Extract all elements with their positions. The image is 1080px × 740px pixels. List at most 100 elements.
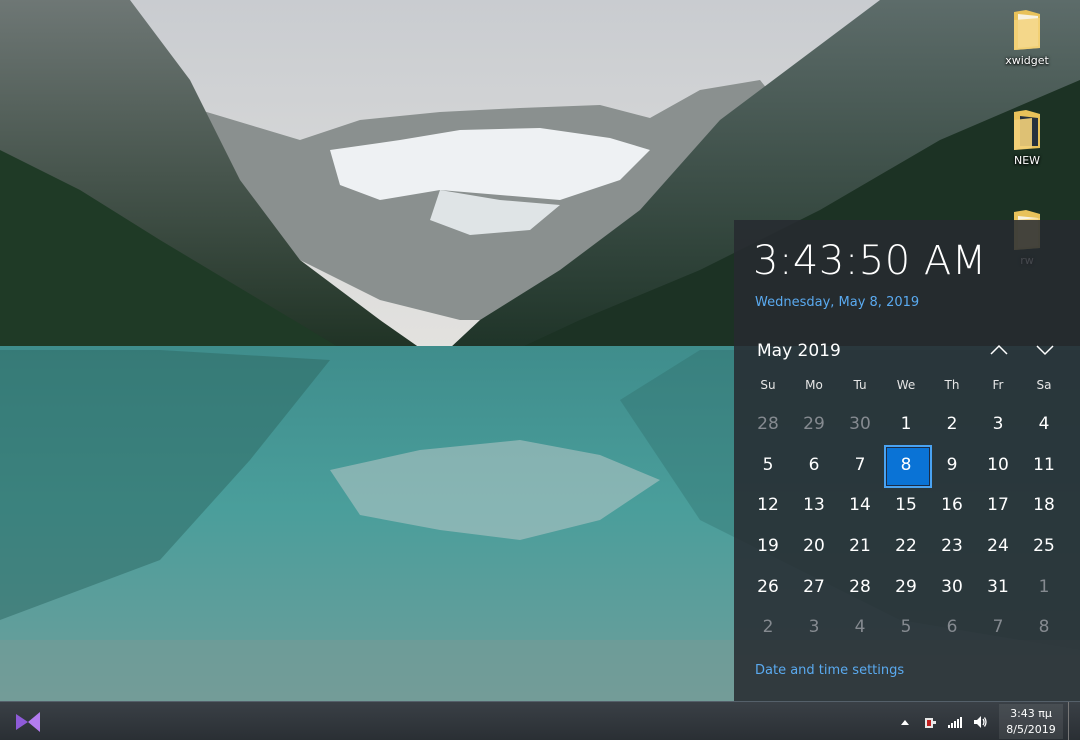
month-year-label[interactable]: May 2019 <box>757 341 841 361</box>
calendar-day[interactable]: 31 <box>975 566 1021 607</box>
taskbar-clock[interactable]: 3:43 πμ 8/5/2019 <box>999 704 1063 739</box>
calendar-day[interactable]: 10 <box>975 445 1021 486</box>
calendar-day[interactable]: 4 <box>837 607 883 648</box>
calendar-day[interactable]: 20 <box>791 526 837 567</box>
calendar-day[interactable]: 22 <box>883 526 929 567</box>
calendar-day-number: 30 <box>941 576 963 597</box>
calendar-day-number: 25 <box>1033 536 1055 557</box>
calendar-day[interactable]: 2 <box>929 404 975 445</box>
calendar-day[interactable]: 5 <box>883 607 929 648</box>
folder-icon <box>1010 8 1044 52</box>
calendar-day[interactable]: 8 <box>1021 607 1067 648</box>
calendar-day[interactable]: 9 <box>929 445 975 486</box>
calendar-day[interactable]: 5 <box>745 445 791 486</box>
taskbar: 3:43 πμ 8/5/2019 <box>0 701 1080 740</box>
calendar-day[interactable]: 3 <box>975 404 1021 445</box>
calendar-day[interactable]: 19 <box>745 526 791 567</box>
calendar-day[interactable]: 17 <box>975 485 1021 526</box>
calendar-day[interactable]: 27 <box>791 566 837 607</box>
desktop-icon-new[interactable]: NEW <box>997 108 1057 167</box>
calendar-day-grid: 28 29 30 1 2 3 4 5 6 7 8 9 10 11 12 13 14 15 16 17 18 19 20 21 2… <box>745 404 1067 648</box>
calendar-day-number: 9 <box>946 454 958 475</box>
calendar-day-number: 2 <box>946 414 958 435</box>
calendar-day-number: 1 <box>1038 576 1050 597</box>
calendar-day[interactable]: 2 <box>745 607 791 648</box>
calendar-day[interactable]: 13 <box>791 485 837 526</box>
folder-icon <box>1010 108 1044 152</box>
calendar-day[interactable]: 21 <box>837 526 883 567</box>
calendar-day[interactable]: 30 <box>837 404 883 445</box>
calendar-day-number: 22 <box>895 536 917 557</box>
taskbar-app-visual-studio[interactable] <box>10 708 46 736</box>
calendar-day-number: 3 <box>992 414 1004 435</box>
calendar-day-number: 18 <box>1033 495 1055 516</box>
chevron-up-icon <box>990 344 1008 355</box>
desktop-icon-xwidget[interactable]: xwidget <box>997 8 1057 67</box>
calendar-day-number: 28 <box>849 576 871 597</box>
calendar-day-number: 26 <box>757 576 779 597</box>
calendar-day[interactable]: 1 <box>1021 566 1067 607</box>
calendar-day-number: 27 <box>803 576 825 597</box>
power-tray-button[interactable] <box>922 714 938 730</box>
calendar-day[interactable]: 11 <box>1021 445 1067 486</box>
weekday-label: Tu <box>853 378 867 392</box>
system-tray <box>897 702 988 740</box>
calendar-day[interactable]: 15 <box>883 485 929 526</box>
calendar-day-number: 29 <box>803 414 825 435</box>
speaker-volume-icon <box>974 715 987 728</box>
calendar-day[interactable]: 30 <box>929 566 975 607</box>
date-time-settings-link[interactable]: Date and time settings <box>755 663 904 678</box>
calendar-day[interactable]: 6 <box>929 607 975 648</box>
calendar-day[interactable]: 16 <box>929 485 975 526</box>
calendar-day[interactable]: 28 <box>745 404 791 445</box>
weekday-label: Su <box>760 378 776 392</box>
calendar-day-number: 31 <box>987 576 1009 597</box>
calendar-day[interactable]: 4 <box>1021 404 1067 445</box>
calendar-day[interactable]: 29 <box>791 404 837 445</box>
calendar-day-number: 6 <box>946 617 958 638</box>
previous-month-button[interactable] <box>986 338 1012 362</box>
calendar-day-today[interactable]: 8 <box>883 444 932 488</box>
weekday-header-row: Su Mo Tu We Th Fr Sa <box>745 378 1067 392</box>
calendar-day[interactable]: 6 <box>791 445 837 486</box>
calendar-day-number: 8 <box>900 454 912 475</box>
volume-tray-button[interactable] <box>972 714 988 730</box>
calendar-day-number: 30 <box>849 414 871 435</box>
calendar-day-number: 23 <box>941 536 963 557</box>
show-desktop-button[interactable] <box>1068 702 1080 740</box>
calendar-day-number: 16 <box>941 495 963 516</box>
network-tray-button[interactable] <box>947 714 963 730</box>
calendar-day-number: 14 <box>849 495 871 516</box>
calendar-day[interactable]: 7 <box>837 445 883 486</box>
clock-calendar-flyout: 3:43:50 AM Wednesday, May 8, 2019 May 20… <box>734 220 1080 701</box>
calendar-day[interactable]: 14 <box>837 485 883 526</box>
calendar-day[interactable]: 28 <box>837 566 883 607</box>
calendar-day[interactable]: 1 <box>883 404 929 445</box>
calendar-day[interactable]: 23 <box>929 526 975 567</box>
show-hidden-icons-button[interactable] <box>897 714 913 730</box>
calendar-day[interactable]: 26 <box>745 566 791 607</box>
calendar-day-number: 5 <box>900 617 912 638</box>
clock-date-link[interactable]: Wednesday, May 8, 2019 <box>755 295 919 310</box>
calendar-day[interactable]: 25 <box>1021 526 1067 567</box>
calendar-day-number: 3 <box>808 617 820 638</box>
weekday-label: Th <box>944 378 960 392</box>
weekday-label: Mo <box>805 378 823 392</box>
calendar-day-number: 2 <box>762 617 774 638</box>
calendar-day[interactable]: 7 <box>975 607 1021 648</box>
calendar-day[interactable]: 18 <box>1021 485 1067 526</box>
calendar-day[interactable]: 29 <box>883 566 929 607</box>
calendar-day-number: 4 <box>854 617 866 638</box>
calendar-day-number: 28 <box>757 414 779 435</box>
calendar-day-number: 13 <box>803 495 825 516</box>
calendar-day-number: 15 <box>895 495 917 516</box>
clock-time: 3:43:50 AM <box>753 238 987 284</box>
desktop-icon-label: NEW <box>1013 154 1041 167</box>
chevron-down-icon <box>1036 345 1054 356</box>
calendar-day-number: 21 <box>849 536 871 557</box>
next-month-button[interactable] <box>1032 338 1058 362</box>
weekday-label: Fr <box>992 378 1004 392</box>
calendar-day[interactable]: 24 <box>975 526 1021 567</box>
calendar-day[interactable]: 3 <box>791 607 837 648</box>
calendar-day[interactable]: 12 <box>745 485 791 526</box>
